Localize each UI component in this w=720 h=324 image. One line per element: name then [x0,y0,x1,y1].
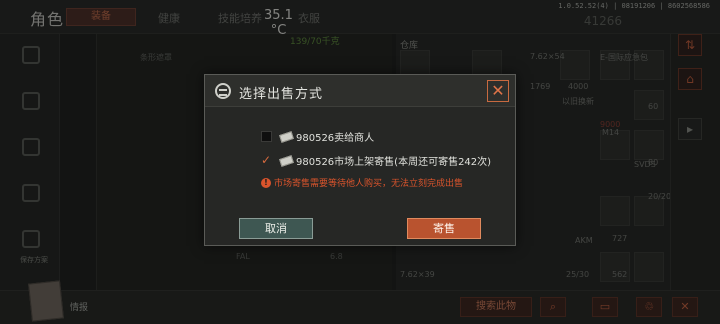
option-market-consign[interactable]: ✓ 980526市场上架寄售(本周还可寄售242次) [261,153,491,168]
option-label: 980526卖给商人 [296,133,375,144]
warning-icon: ! [261,177,271,188]
checkbox-unchecked[interactable] [261,131,272,142]
currency-logo-icon [215,83,231,99]
option-label: 980526市场上架寄售(本周还可寄售242次) [296,157,492,168]
dialog-title: 选择出售方式 [239,87,324,102]
cancel-button[interactable]: 取消 [239,218,313,239]
consign-button[interactable]: 寄售 [407,218,481,239]
checkbox-checked[interactable]: ✓ [261,154,272,166]
close-icon[interactable]: ✕ [487,80,509,102]
cash-icon [279,154,294,167]
option-sell-to-merchant[interactable]: 980526卖给商人 [261,129,374,144]
warning-text: 市场寄售需要等待他人购买，无法立刻完成出售 [274,179,464,189]
sell-method-dialog: 选择出售方式 ✕ 980526卖给商人 ✓ 980526市场上架寄售(本周还可寄… [204,74,516,246]
warning-message: ! 市场寄售需要等待他人购买，无法立刻完成出售 [261,176,463,189]
cash-icon [279,130,294,143]
dialog-header: 选择出售方式 ✕ [205,75,515,107]
